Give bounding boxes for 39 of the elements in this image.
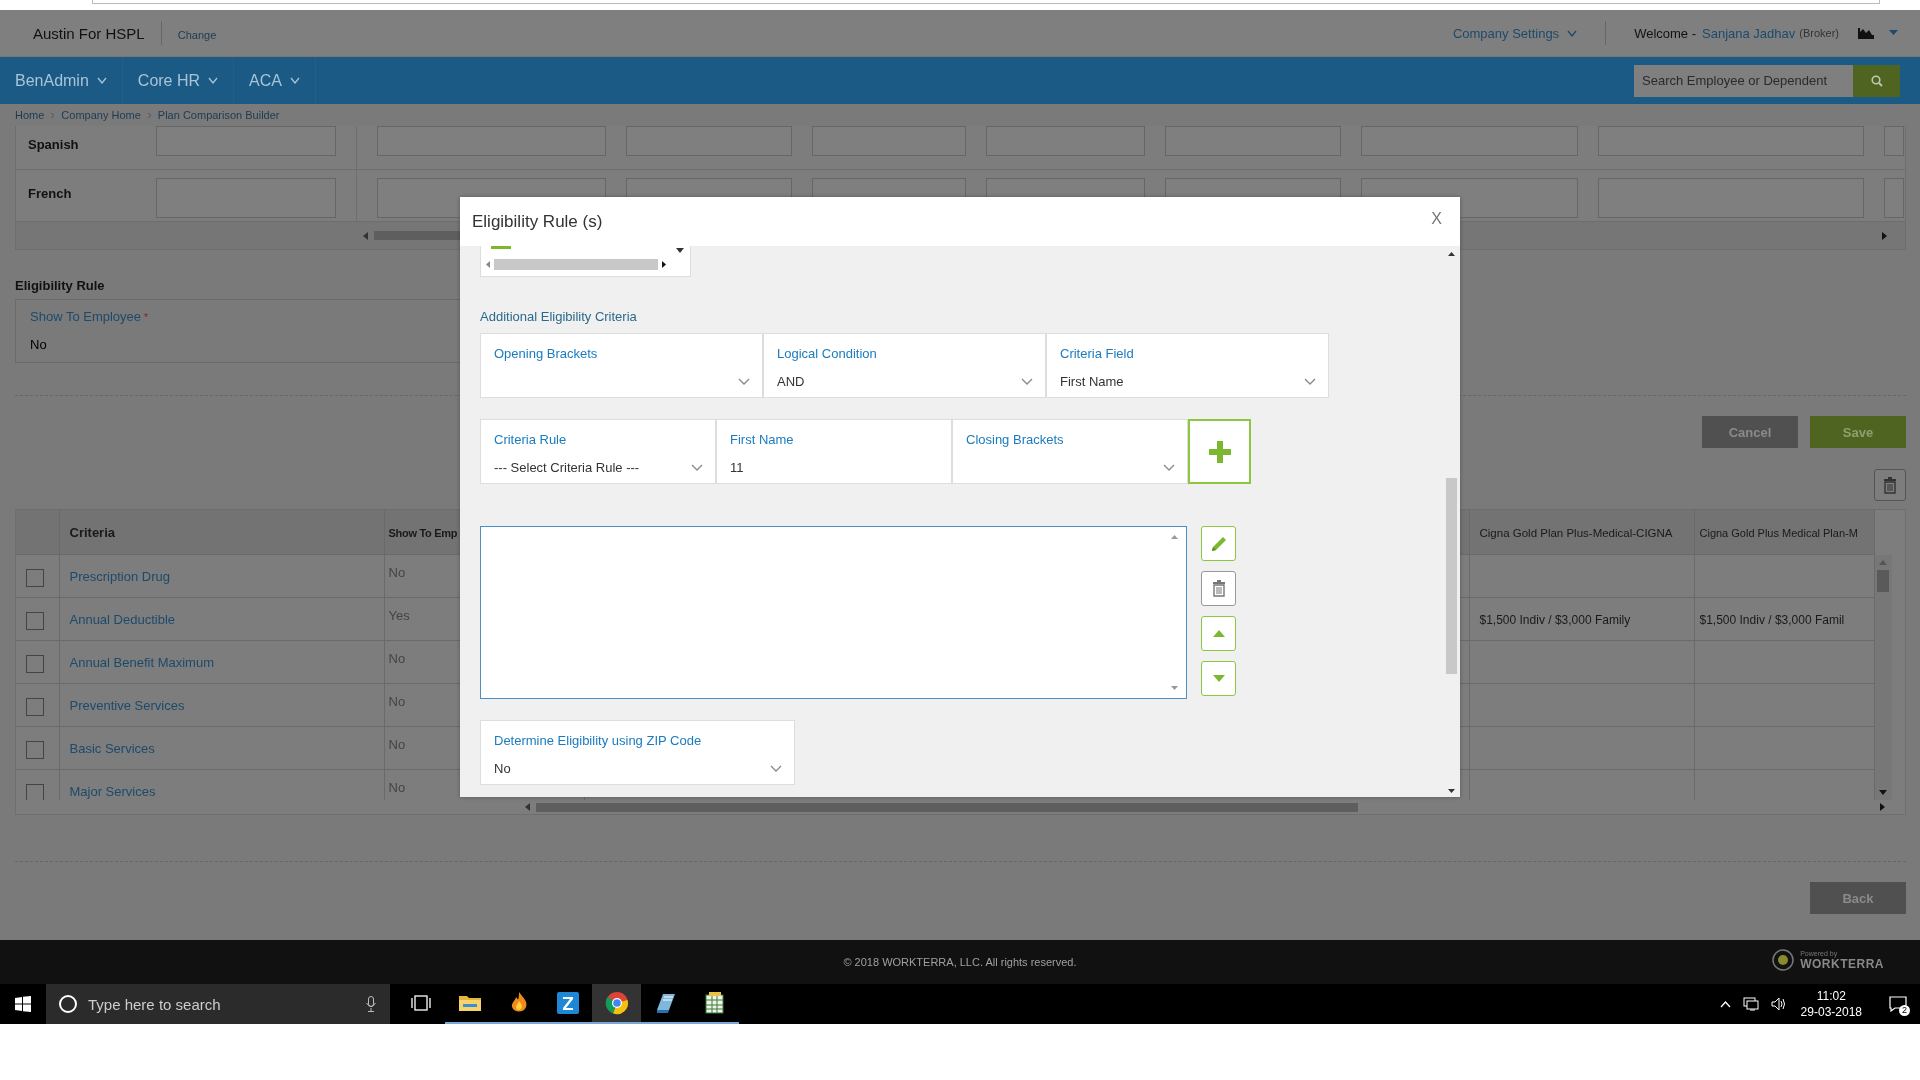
field-label: First Name bbox=[730, 432, 795, 447]
table-cell: Yes bbox=[388, 608, 410, 623]
field-value: No bbox=[494, 760, 511, 776]
section-title: Additional Eligibility Criteria bbox=[480, 309, 638, 324]
dialog-title: Eligibility Rule (s) bbox=[472, 211, 603, 232]
column-header: Show To Emp bbox=[388, 526, 458, 539]
table-cell: No bbox=[388, 565, 406, 580]
field-label: Closing Brackets bbox=[966, 432, 1065, 447]
company-name: Austin For HSPL bbox=[33, 24, 145, 42]
table-cell: $1,500 Indiv / $3,000 Famil bbox=[1699, 612, 1845, 627]
field-label: Criteria Rule bbox=[494, 432, 568, 447]
field-value: No bbox=[30, 337, 48, 352]
user-role: (Broker) bbox=[1799, 27, 1839, 39]
language-label: Spanish bbox=[27, 136, 80, 154]
field-label: Criteria Field bbox=[1060, 346, 1135, 361]
column-header: Cigna Gold Plan Plus-Medical-CIGNA bbox=[1479, 526, 1673, 539]
language-label: French bbox=[27, 185, 73, 203]
brand-name: WORKTERRA bbox=[1800, 956, 1884, 971]
notification-count: 2 bbox=[1899, 1005, 1910, 1016]
field-value: --- Select Criteria Rule --- bbox=[494, 459, 640, 475]
table-cell: No bbox=[388, 780, 406, 795]
copyright-text: © 2018 WORKTERRA, LLC. All rights reserved. bbox=[843, 956, 1077, 968]
field-value: First Name bbox=[1060, 373, 1124, 389]
user-name: Sanjana Jadhav bbox=[1702, 25, 1796, 41]
table-cell: No bbox=[388, 737, 406, 752]
column-header: Cigna Gold Plus Medical Plan-M bbox=[1699, 526, 1858, 539]
welcome-label: Welcome - bbox=[1634, 25, 1696, 41]
required-mark: * bbox=[144, 312, 148, 323]
field-label: Logical Condition bbox=[777, 346, 878, 361]
field-value: 11 bbox=[730, 459, 744, 475]
field-label: Determine Eligibility using ZIP Code bbox=[494, 733, 703, 748]
table-cell: No bbox=[388, 651, 406, 666]
table-cell: No bbox=[388, 694, 406, 709]
field-value: AND bbox=[777, 373, 805, 389]
field-label: Opening Brackets bbox=[494, 346, 599, 361]
field-label: Show To Employee bbox=[30, 309, 142, 324]
section-title: Eligibility Rule bbox=[15, 278, 106, 293]
column-header: Criteria bbox=[69, 524, 116, 540]
table-cell: $1,500 Indiv / $3,000 Family bbox=[1479, 612, 1631, 627]
